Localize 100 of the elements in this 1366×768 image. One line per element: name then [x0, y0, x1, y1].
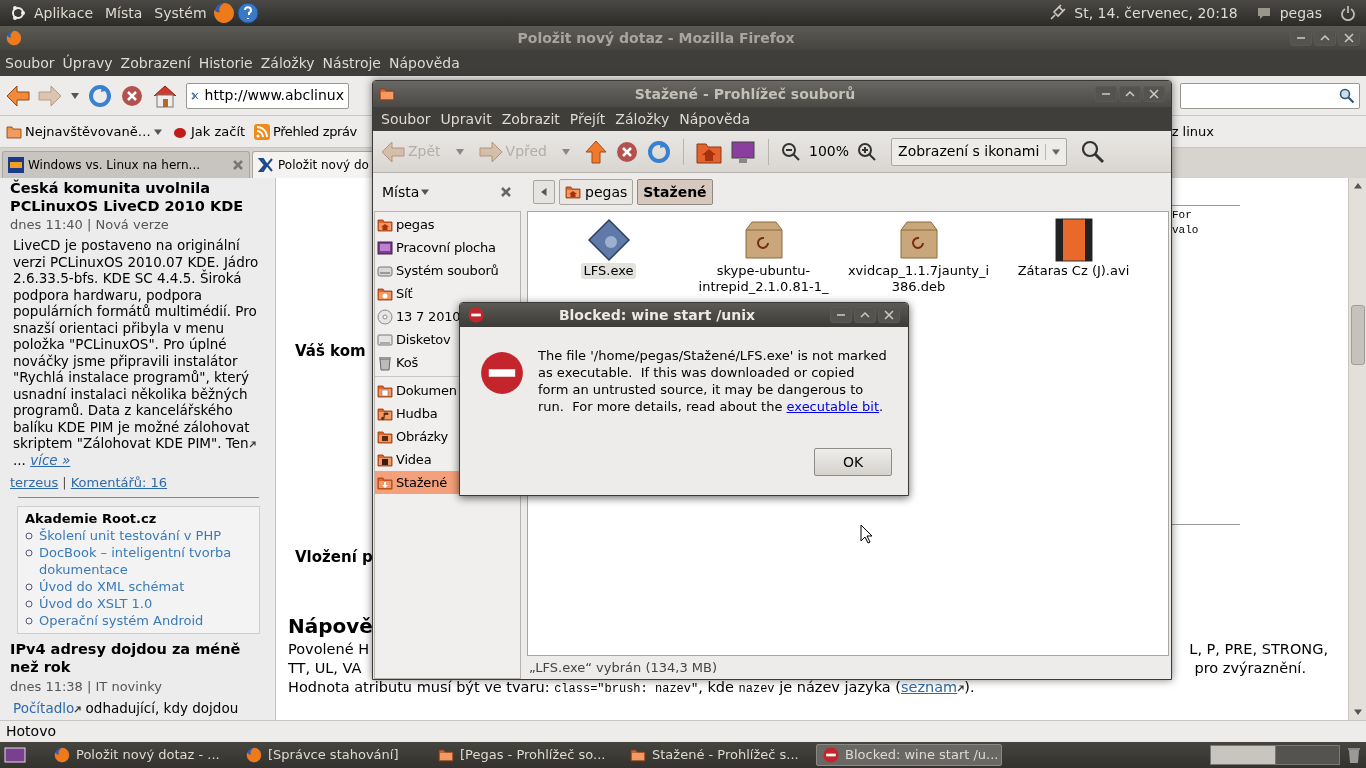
sidebar-place[interactable]: pegas — [375, 213, 520, 236]
article-text: Počítadlo odhadující, kdy dojdou — [12, 700, 240, 717]
chat-bubble-icon[interactable] — [1255, 5, 1272, 21]
show-desktop-icon[interactable] — [4, 747, 26, 763]
menu-item[interactable]: Záložky — [256, 52, 319, 74]
maximize-button[interactable] — [1314, 30, 1336, 46]
menu-item[interactable]: Nápověda — [384, 52, 464, 74]
stop-icon[interactable] — [615, 139, 639, 164]
search-icon[interactable] — [1081, 139, 1106, 164]
author-link[interactable]: terzeus — [10, 474, 59, 492]
taskbar-item[interactable]: [Pegas - Prohlížeč so... — [432, 744, 618, 766]
dropdown-icon[interactable] — [70, 91, 80, 100]
minimize-button[interactable] — [830, 307, 852, 323]
file-item[interactable]: xvidcap_1.1.7jaunty_i386.deb — [841, 217, 996, 295]
view-combobox[interactable]: Zobrazení s ikonami — [891, 137, 1068, 166]
taskbar-item[interactable]: Blocked: wine start /u... — [816, 744, 1002, 766]
taskbar-item[interactable]: Stažené - Prohlížeč s... — [624, 744, 810, 766]
stop-sign-icon — [823, 747, 839, 763]
more-link[interactable]: více » — [30, 451, 71, 468]
caret-icon — [153, 127, 162, 136]
folder-icon — [6, 123, 22, 140]
path-button[interactable]: Stažené — [637, 179, 713, 205]
plug-icon[interactable] — [1048, 4, 1067, 22]
comments-link[interactable]: Komentářů: 16 — [70, 474, 168, 492]
menu-item[interactable]: Zobrazení — [116, 52, 195, 74]
article-title[interactable]: Česká komunita uvolnila PCLinuxOS LiveCD 2010 KDE — [10, 179, 267, 215]
dropdown-icon[interactable] — [561, 147, 571, 156]
menu-item[interactable]: Upravit — [435, 108, 497, 130]
ok-button[interactable]: OK — [814, 448, 892, 476]
reload-icon[interactable] — [88, 83, 112, 108]
url-field[interactable]: http://www.abclinux — [186, 82, 349, 109]
close-icon[interactable] — [500, 186, 512, 198]
taskbar-item[interactable]: Položit nový dotaz - ... — [48, 744, 234, 766]
counter-link[interactable]: Počítadlo — [13, 700, 75, 716]
close-button[interactable] — [878, 307, 900, 323]
home-folder-icon — [377, 216, 393, 233]
minimize-button[interactable] — [1095, 86, 1117, 102]
home-page-icon[interactable] — [152, 83, 178, 108]
browser-tab[interactable]: Windows vs. Linux na hern... — [2, 151, 250, 178]
file-item[interactable]: LFS.exe — [531, 217, 686, 279]
file-item[interactable]: Zátaras Cz (J).avi — [996, 217, 1151, 279]
close-button[interactable] — [1143, 86, 1165, 102]
sidebar-place[interactable]: Systém souborů — [375, 259, 520, 282]
course-link[interactable]: DocBook – inteligentní tvorba dokumentace — [39, 544, 252, 578]
zoom-in-icon[interactable] — [857, 141, 878, 162]
article-title[interactable]: IPv4 adresy dojdou za méně než rok — [10, 640, 267, 676]
maximize-button[interactable] — [854, 307, 876, 323]
menu-item[interactable]: Soubor — [1, 52, 59, 74]
course-link[interactable]: Úvod do XSLT 1.0 — [39, 595, 153, 612]
menu-item[interactable]: Soubor — [376, 108, 436, 130]
panel-menu[interactable]: Systém — [150, 2, 211, 24]
zoom-out-icon[interactable] — [781, 141, 801, 162]
menu-item[interactable]: Úpravy — [58, 52, 117, 74]
scrollbar-thumb[interactable] — [1350, 305, 1365, 365]
search-field[interactable] — [1180, 82, 1360, 109]
trash-icon[interactable] — [1346, 746, 1362, 764]
power-icon[interactable] — [1340, 5, 1356, 21]
file-item[interactable]: skype-ubuntu-intrepid_2.1.0.81-1_ — [686, 217, 841, 295]
menu-item[interactable]: Historie — [194, 52, 257, 74]
course-link[interactable]: Úvod do XML schémat — [39, 578, 185, 595]
forward-icon — [478, 140, 503, 163]
taskbar-item[interactable]: [Správce stahování] — [240, 744, 426, 766]
article-link[interactable]: Ten — [225, 435, 249, 451]
path-back-button[interactable] — [533, 180, 555, 204]
menu-item[interactable]: Nástroje — [318, 52, 385, 74]
bookmark[interactable]: Jak začít — [172, 121, 254, 142]
dropdown-icon[interactable] — [454, 147, 465, 156]
panel-user[interactable]: pegas — [1279, 2, 1322, 24]
bookmark[interactable]: z linux — [1171, 121, 1214, 142]
bookmark[interactable]: Přehled zpráv — [254, 121, 357, 142]
help-icon[interactable] — [236, 2, 259, 24]
menu-item[interactable]: Záložky — [610, 108, 675, 130]
course-link[interactable]: Operační systém Android — [39, 612, 204, 629]
scrollbar[interactable] — [1348, 178, 1366, 720]
menu-item[interactable]: Nápověda — [674, 108, 756, 130]
sidebar-place[interactable]: Pracovní plocha — [375, 236, 520, 259]
path-button[interactable]: pegas — [559, 179, 634, 205]
menu-item[interactable]: Přejít — [564, 108, 611, 130]
caret-icon — [1052, 147, 1061, 156]
panel-menu[interactable]: Aplikace — [30, 2, 97, 24]
reload-icon[interactable] — [647, 139, 671, 164]
minimize-button[interactable] — [1290, 30, 1312, 46]
course-link[interactable]: Školení unit testování v PHP — [39, 527, 222, 544]
sidebar-place[interactable]: Síť — [375, 282, 520, 305]
sidebar-title[interactable]: Místa — [382, 181, 430, 203]
ubuntu-logo-icon[interactable] — [10, 5, 26, 21]
maximize-button[interactable] — [1119, 86, 1141, 102]
close-icon[interactable] — [232, 159, 244, 171]
bookmark[interactable]: Nejnavštěvovaně… — [6, 121, 172, 142]
list-link[interactable]: seznam — [900, 679, 958, 695]
panel-menu[interactable]: Místa — [101, 2, 147, 24]
panel-clock[interactable]: St, 14. červenec, 20:18 — [1074, 2, 1238, 24]
stop-icon[interactable] — [120, 83, 144, 108]
computer-icon[interactable] — [730, 139, 756, 164]
close-button[interactable] — [1338, 30, 1360, 46]
up-arrow-icon[interactable] — [585, 139, 607, 164]
scroll-up-icon — [1353, 182, 1362, 190]
folder-icon — [438, 747, 454, 763]
workspace-switcher[interactable] — [1210, 745, 1340, 765]
menu-item[interactable]: Zobrazit — [496, 108, 565, 130]
